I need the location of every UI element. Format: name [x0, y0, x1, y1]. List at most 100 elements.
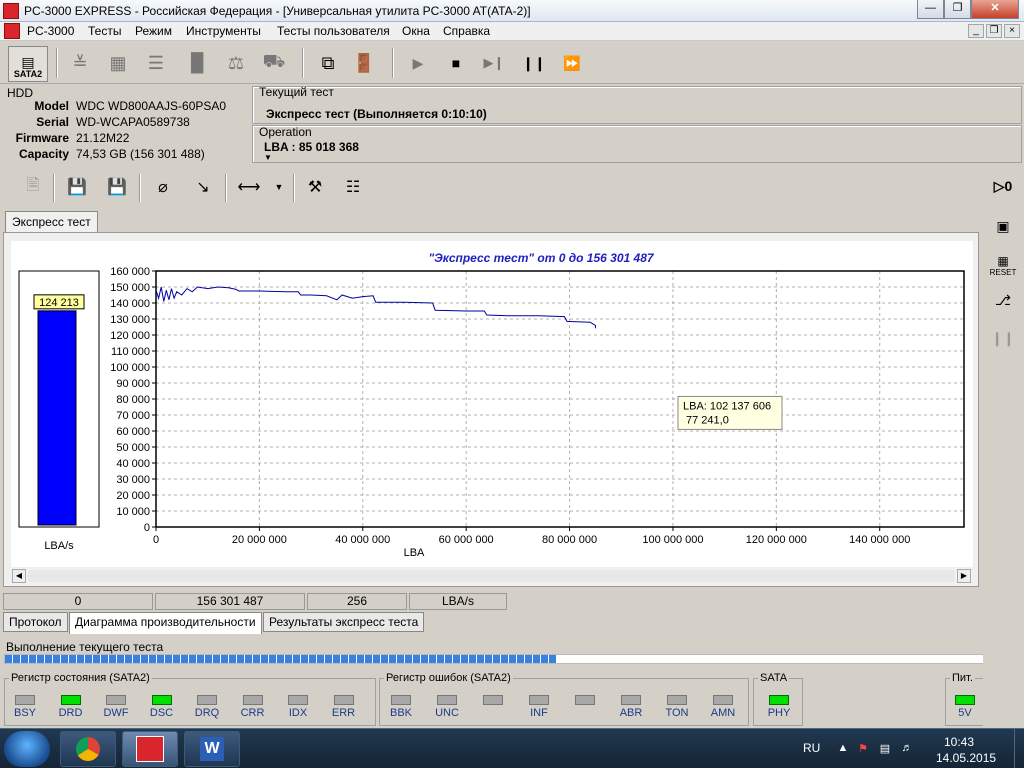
- menu-windows[interactable]: Окна: [402, 24, 430, 38]
- clock-date[interactable]: 14.05.2015: [936, 751, 996, 765]
- led-indicator: [60, 695, 81, 705]
- minimize-button[interactable]: —: [917, 0, 944, 19]
- windows-icon[interactable]: ⧉: [312, 46, 344, 80]
- tools-icon[interactable]: ⚒: [301, 172, 329, 202]
- chip-icon[interactable]: ▦: [102, 46, 134, 80]
- operation-title: Operation: [259, 125, 312, 139]
- chart-panel: 124 213 LBA/s "Экспресс тест" от 0 до 156 …: [11, 241, 973, 567]
- bar-chart-icon[interactable]: ▉: [182, 46, 214, 80]
- network-icon[interactable]: ▤: [878, 742, 892, 756]
- show-desktop-button[interactable]: [1014, 729, 1024, 768]
- fast-forward-icon[interactable]: ⏩: [556, 46, 588, 80]
- menu-help[interactable]: Справка: [443, 24, 490, 38]
- scroll-right-button[interactable]: ▶: [957, 569, 971, 583]
- chrome-task-button[interactable]: [60, 731, 116, 767]
- stop-icon[interactable]: ■: [440, 46, 472, 80]
- sata-register-title: SATA: [758, 672, 790, 684]
- pause-icon[interactable]: ❙❙: [987, 324, 1019, 352]
- pause-icon[interactable]: ❙❙: [518, 46, 550, 80]
- pc3000-task-button[interactable]: [122, 731, 178, 767]
- x-tick-label: 120 000 000: [746, 534, 807, 546]
- hdd-row-firmware: Firmware 21.12M22: [3, 131, 248, 147]
- menu-tools[interactable]: Инструменты: [186, 24, 261, 38]
- sata2-button[interactable]: ▤ SATA2: [8, 46, 48, 82]
- start-button[interactable]: [4, 731, 50, 767]
- y-tick-label: 10 000: [116, 506, 150, 518]
- language-indicator[interactable]: RU: [803, 741, 820, 755]
- reset-label: RESET: [989, 267, 1017, 277]
- volume-icon[interactable]: ♬: [900, 742, 914, 756]
- horizontal-scrollbar[interactable]: [28, 570, 954, 582]
- y-tick-label: 40 000: [116, 458, 150, 470]
- led-label: UNC: [435, 707, 459, 719]
- list-icon[interactable]: ☰: [140, 46, 172, 80]
- menu-pc3000[interactable]: PC-3000: [27, 24, 74, 38]
- document-icon[interactable]: [4, 23, 20, 39]
- led-label: AMN: [710, 707, 736, 719]
- clock-time[interactable]: 10:43: [944, 735, 974, 749]
- operation-value: LBA : 85 018 368: [264, 140, 359, 154]
- tree-icon[interactable]: ☷: [339, 172, 367, 202]
- hdd-value: WDC WD800AAJS-60PSA0: [76, 99, 227, 113]
- sata2-label: SATA2: [13, 69, 43, 79]
- gauge-value-label: 124 213: [39, 297, 79, 309]
- current-test-value: Экспресс тест (Выполняется 0:10:10): [266, 107, 487, 121]
- menu-mode[interactable]: Режим: [135, 24, 172, 38]
- y-tick-label: 150 000: [110, 282, 150, 294]
- led-label: ABR: [619, 707, 643, 719]
- window-title: PC-3000 EXPRESS - Российская Федерация -…: [24, 4, 531, 18]
- heads-icon[interactable]: ≚: [64, 46, 96, 80]
- tab-express-results[interactable]: Результаты экспресс теста: [263, 612, 425, 632]
- range-icon[interactable]: ⟷: [235, 172, 263, 202]
- menu-user-tests[interactable]: Тесты пользователя: [277, 24, 390, 38]
- app-icon[interactable]: [3, 3, 19, 19]
- play-icon[interactable]: ▶: [402, 46, 434, 80]
- x-tick-label: 40 000 000: [335, 534, 390, 546]
- led-bbk: BBK: [386, 695, 416, 719]
- step-icon[interactable]: ▶❙: [478, 46, 510, 80]
- led-label: IDX: [288, 707, 308, 719]
- led-label: PHY: [767, 707, 791, 719]
- disk-settings-icon[interactable]: ⛟: [258, 46, 290, 80]
- hdd-panel: HDD Model WDC WD800AAJS-60PSA0 Serial WD…: [3, 86, 248, 163]
- restore-button[interactable]: ❐: [944, 0, 971, 19]
- graph-icon[interactable]: ⌀: [149, 172, 177, 202]
- led-indicator: [151, 695, 172, 705]
- tab-performance-diagram[interactable]: Диаграмма производительности: [69, 612, 262, 634]
- status-register-title: Регистр состояния (SATA2): [9, 672, 152, 684]
- board-icon[interactable]: ▣: [987, 212, 1019, 240]
- reset-button[interactable]: ▦ RESET: [987, 248, 1019, 282]
- mdi-minimize-button[interactable]: _: [968, 24, 984, 38]
- connector-icon[interactable]: ⎇: [987, 286, 1019, 314]
- sata-register-group: SATA PHY: [753, 672, 803, 726]
- show-hidden-icons-icon[interactable]: ▲: [836, 742, 850, 756]
- save-icon[interactable]: 💾: [63, 172, 91, 202]
- led-label: BSY: [13, 707, 36, 719]
- mdi-restore-button[interactable]: ❐: [986, 24, 1002, 38]
- led-amn: AMN: [708, 695, 738, 719]
- save-as-icon[interactable]: 💾: [103, 172, 131, 202]
- progress-label: Выполнение текущего теста: [6, 640, 164, 654]
- scroll-left-button[interactable]: ◀: [12, 569, 26, 583]
- graph-down-icon[interactable]: ↘: [189, 172, 217, 202]
- hdd-row-model: Model WDC WD800AAJS-60PSA0: [3, 99, 248, 115]
- right-panel: ▷0 ▣ ▦ RESET ⎇ ❙❙: [983, 168, 1023, 728]
- tab-protocol[interactable]: Протокол: [3, 612, 68, 632]
- scale-icon[interactable]: ⚖: [220, 46, 252, 80]
- x-tick-label: 140 000 000: [849, 534, 910, 546]
- power-toggle-icon[interactable]: ▷0: [987, 172, 1019, 200]
- led-indicator: [621, 695, 641, 705]
- led-5v: 5V: [950, 695, 980, 719]
- export-icon[interactable]: 🗎: [19, 172, 47, 202]
- mdi-close-button[interactable]: ×: [1004, 24, 1020, 38]
- current-test-title: Текущий тест: [259, 85, 334, 99]
- action-center-icon[interactable]: ⚑: [856, 742, 870, 756]
- exit-icon[interactable]: 🚪: [348, 46, 380, 80]
- tab-express-test[interactable]: Экспресс тест: [5, 211, 98, 233]
- status-block: 256: [307, 593, 407, 610]
- close-button[interactable]: ✕: [971, 0, 1019, 19]
- dropdown-arrow-icon[interactable]: ▼: [265, 172, 293, 202]
- word-task-button[interactable]: W: [184, 731, 240, 767]
- menu-tests[interactable]: Тесты: [88, 24, 121, 38]
- expand-arrow-icon[interactable]: ▼: [264, 153, 272, 162]
